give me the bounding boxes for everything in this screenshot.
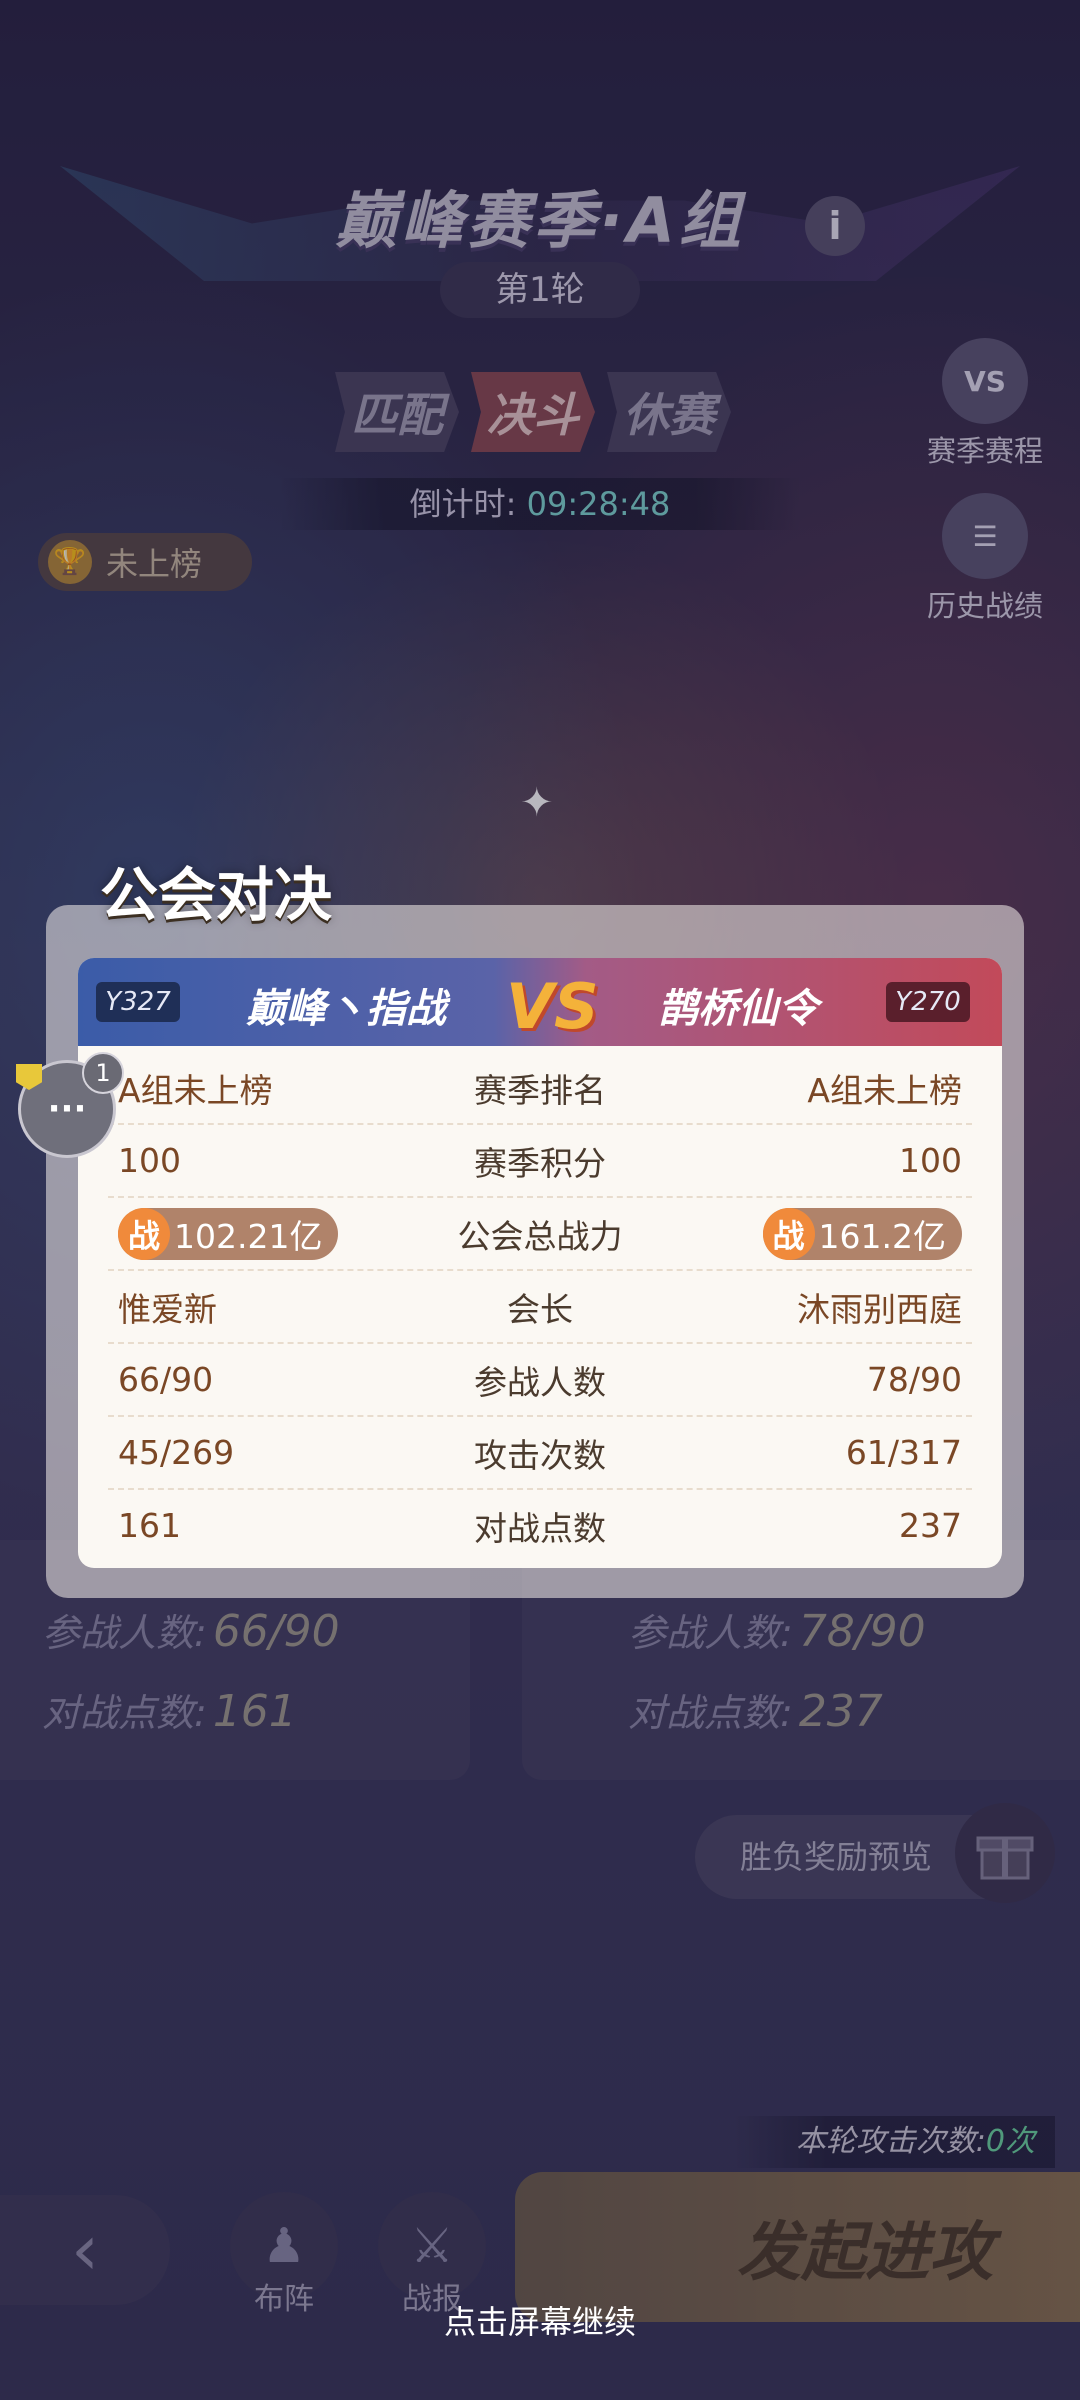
right-power-value: 161.2亿 bbox=[818, 1216, 946, 1256]
table-row-participants: 参战人数 66/90 78/90 bbox=[108, 1344, 972, 1417]
right-value: 78/90 bbox=[866, 1360, 962, 1399]
right-team-tag: Y270 bbox=[886, 982, 970, 1022]
tap-to-continue-hint: 点击屏幕继续 bbox=[443, 2303, 636, 2341]
power-icon: 战 bbox=[762, 1207, 815, 1260]
left-value: 66/90 bbox=[118, 1360, 214, 1399]
right-team-name: 鹊桥仙令 bbox=[658, 986, 818, 1032]
table-row-season-points: 赛季积分 100 100 bbox=[108, 1125, 972, 1198]
row-label: 参战人数 bbox=[474, 1362, 606, 1402]
right-power-badge: 战 161.2亿 bbox=[762, 1207, 962, 1260]
vs-header: Y327 巅峰丶指战 VS 鹊桥仙令 Y270 bbox=[78, 958, 1002, 1046]
left-value: 惟爱新 bbox=[118, 1289, 217, 1329]
right-power: 战 161.2亿 bbox=[753, 1207, 972, 1260]
left-power-badge: 战 102.21亿 bbox=[118, 1207, 339, 1260]
left-value: 45/269 bbox=[118, 1433, 235, 1472]
right-value: 61/317 bbox=[845, 1433, 962, 1472]
table-row-guild-leader: 会长 惟爱新 沐雨别西庭 bbox=[108, 1271, 972, 1344]
table-row-battle-points: 对战点数 161 237 bbox=[108, 1490, 972, 1561]
left-value: A组未上榜 bbox=[118, 1070, 273, 1110]
row-label: 对战点数 bbox=[474, 1508, 606, 1548]
left-power: 战 102.21亿 bbox=[108, 1207, 348, 1260]
comparison-table: 赛季排名 A组未上榜 A组未上榜 赛季积分 100 100 公会总战力 战 10… bbox=[108, 1052, 972, 1561]
table-row-season-rank: 赛季排名 A组未上榜 A组未上榜 bbox=[108, 1052, 972, 1125]
row-label: 赛季积分 bbox=[474, 1143, 606, 1183]
right-value: A组未上榜 bbox=[807, 1070, 962, 1110]
left-team-tag: Y327 bbox=[96, 982, 180, 1022]
left-value: 161 bbox=[118, 1506, 181, 1545]
right-value: 沐雨别西庭 bbox=[797, 1289, 962, 1329]
guild-duel-card: Y327 巅峰丶指战 VS 鹊桥仙令 Y270 赛季排名 A组未上榜 A组未上榜… bbox=[78, 958, 1002, 1568]
table-row-attack-count: 攻击次数 45/269 61/317 bbox=[108, 1417, 972, 1490]
left-value: 100 bbox=[118, 1141, 181, 1180]
modal-title: 公会对决 bbox=[100, 861, 333, 929]
right-value: 100 bbox=[899, 1141, 962, 1180]
vs-mark: VS bbox=[506, 970, 599, 1043]
power-icon: 战 bbox=[118, 1207, 170, 1260]
table-row-total-power: 公会总战力 战 102.21亿 战 161.2亿 bbox=[108, 1198, 972, 1271]
chat-bubble-icon: ··· bbox=[47, 1089, 87, 1129]
right-value: 237 bbox=[899, 1506, 962, 1545]
left-power-value: 102.21亿 bbox=[174, 1216, 323, 1256]
left-team-name: 巅峰丶指战 bbox=[246, 986, 446, 1032]
